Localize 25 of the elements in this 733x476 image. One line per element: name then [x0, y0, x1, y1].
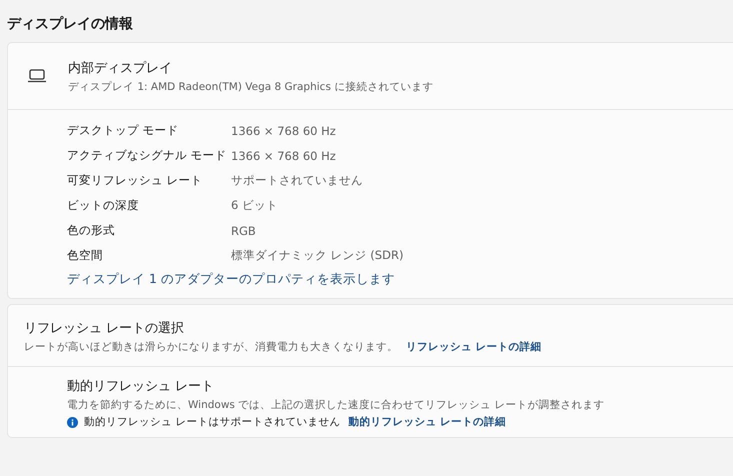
- property-value: 1366 × 768 60 Hz: [231, 148, 336, 162]
- property-value: RGB: [231, 224, 256, 238]
- adapter-properties-link[interactable]: ディスプレイ 1 のアダプターのプロパティを表示します: [67, 271, 395, 288]
- property-label: 色空間: [67, 248, 104, 263]
- refresh-rate-details-link[interactable]: リフレッシュ レートの詳細: [406, 340, 542, 354]
- property-value: サポートされていません: [231, 173, 363, 188]
- unsupported-notice: 動的リフレッシュ レートはサポートされていません: [84, 415, 340, 429]
- refresh-rate-description: レートが高いほど動きは滑らかになりますが、消費電力も大きくなります。: [24, 340, 398, 354]
- dynamic-refresh-details-link[interactable]: 動的リフレッシュ レートの詳細: [348, 415, 506, 429]
- refresh-rate-title: リフレッシュ レートの選択: [24, 320, 186, 337]
- property-label: 色の形式: [67, 223, 116, 238]
- dynamic-refresh-title: 動的リフレッシュ レート: [67, 378, 216, 395]
- section-heading: ディスプレイの情報: [6, 15, 134, 33]
- info-icon: [67, 416, 78, 428]
- property-label: 可変リフレッシュ レート: [67, 173, 204, 188]
- display-title: 内部ディスプレイ: [68, 60, 173, 76]
- property-label: ビットの深度: [67, 198, 140, 213]
- laptop-icon: [27, 69, 47, 83]
- property-value: 標準ダイナミック レンジ (SDR): [231, 248, 404, 263]
- property-value: 1366 × 768 60 Hz: [231, 124, 336, 138]
- display-subtitle: ディスプレイ 1: AMD Radeon(TM) Vega 8 Graphics に接続されています: [68, 80, 434, 94]
- property-label: デスクトップ モード: [67, 123, 180, 138]
- property-label: アクティブなシグナル モード: [67, 148, 228, 163]
- property-value: 6 ビット: [231, 198, 278, 213]
- dynamic-refresh-description: 電力を節約するために、Windows では、上記の選択した速度に合わせてリフレッシュ レートが調整されます: [67, 398, 606, 412]
